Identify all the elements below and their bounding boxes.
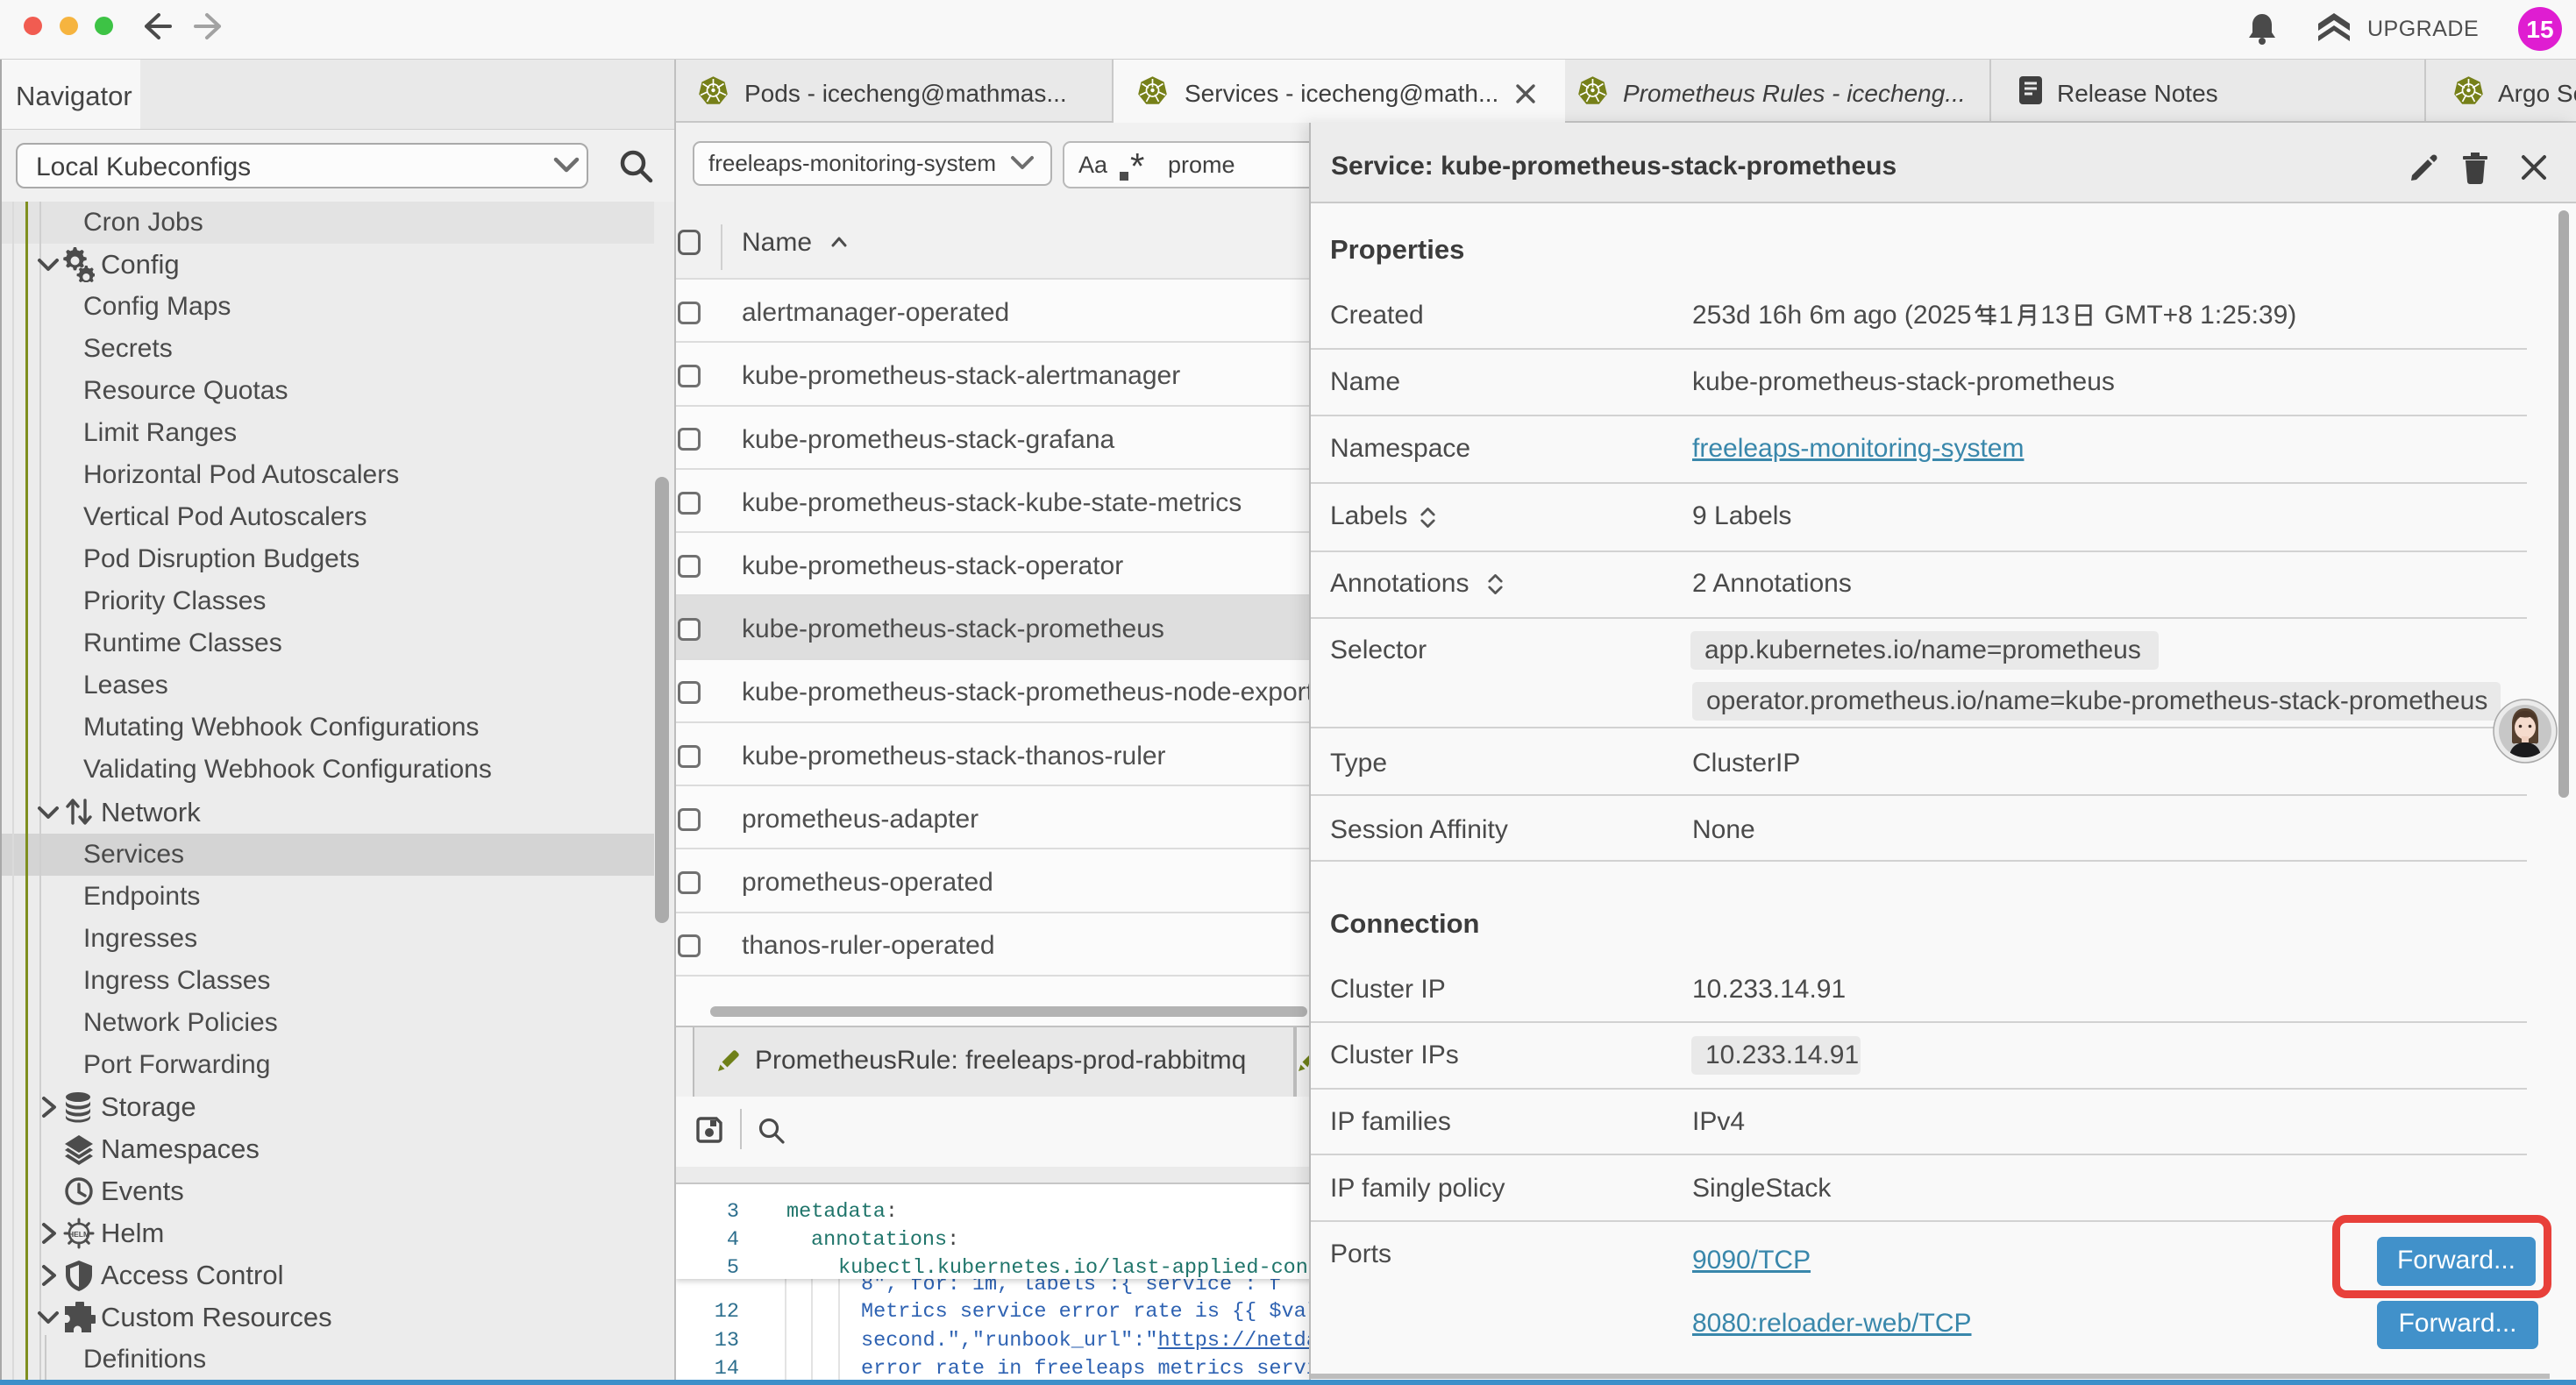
svg-text:HELM: HELM: [68, 1230, 89, 1239]
